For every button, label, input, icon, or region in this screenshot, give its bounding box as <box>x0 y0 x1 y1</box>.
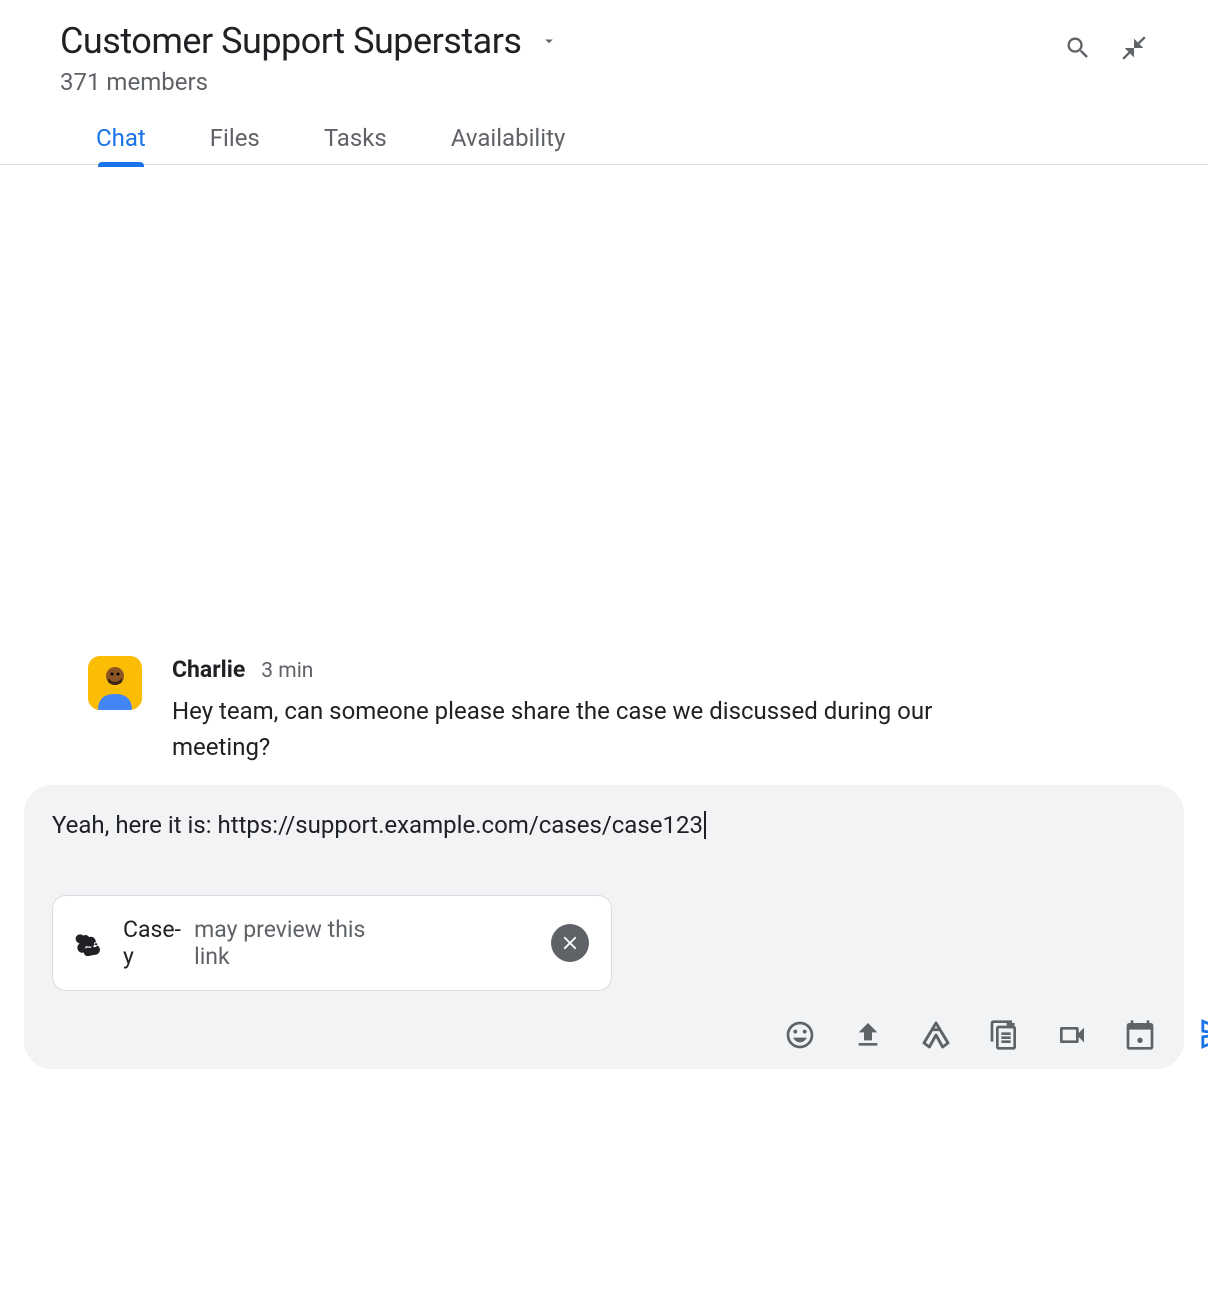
sender-name: Charlie <box>172 656 245 683</box>
video-icon[interactable] <box>1056 1019 1088 1051</box>
tab-chat[interactable]: Chat <box>96 124 146 164</box>
drive-icon[interactable] <box>920 1019 952 1051</box>
upload-icon[interactable] <box>852 1019 884 1051</box>
member-count[interactable]: 371 members <box>60 68 558 96</box>
dropdown-icon[interactable] <box>540 32 558 50</box>
tabs: Chat Files Tasks Availability <box>60 124 1148 164</box>
space-title: Customer Support Superstars <box>60 20 522 62</box>
tab-files[interactable]: Files <box>210 124 260 164</box>
message-time: 3 min <box>261 659 313 683</box>
webhook-icon <box>75 930 101 956</box>
message-composer[interactable]: Yeah, here it is: https://support.exampl… <box>24 785 1184 1069</box>
space-title-row[interactable]: Customer Support Superstars <box>60 20 558 62</box>
link-preview-card: Case-y may preview this link <box>52 895 612 991</box>
preview-description: may preview this link <box>194 916 389 970</box>
search-icon[interactable] <box>1064 34 1092 62</box>
chat-header: Customer Support Superstars 371 members … <box>0 0 1208 164</box>
emoji-icon[interactable] <box>784 1019 816 1051</box>
chat-messages-area: Charlie 3 min Hey team, can someone plea… <box>0 165 1208 785</box>
tab-availability[interactable]: Availability <box>451 124 566 164</box>
chat-message: Charlie 3 min Hey team, can someone plea… <box>88 656 992 765</box>
document-icon[interactable] <box>988 1019 1020 1051</box>
message-text: Hey team, can someone please share the c… <box>172 693 992 765</box>
calendar-icon[interactable] <box>1124 1019 1156 1051</box>
close-preview-button[interactable] <box>551 924 589 962</box>
tab-tasks[interactable]: Tasks <box>324 124 387 164</box>
avatar[interactable] <box>88 656 142 710</box>
text-cursor <box>704 811 706 839</box>
send-button[interactable] <box>1200 1017 1208 1051</box>
composer-input[interactable]: Yeah, here it is: https://support.exampl… <box>52 811 1156 839</box>
preview-app-name: Case-y <box>123 916 186 970</box>
collapse-icon[interactable] <box>1120 34 1148 62</box>
